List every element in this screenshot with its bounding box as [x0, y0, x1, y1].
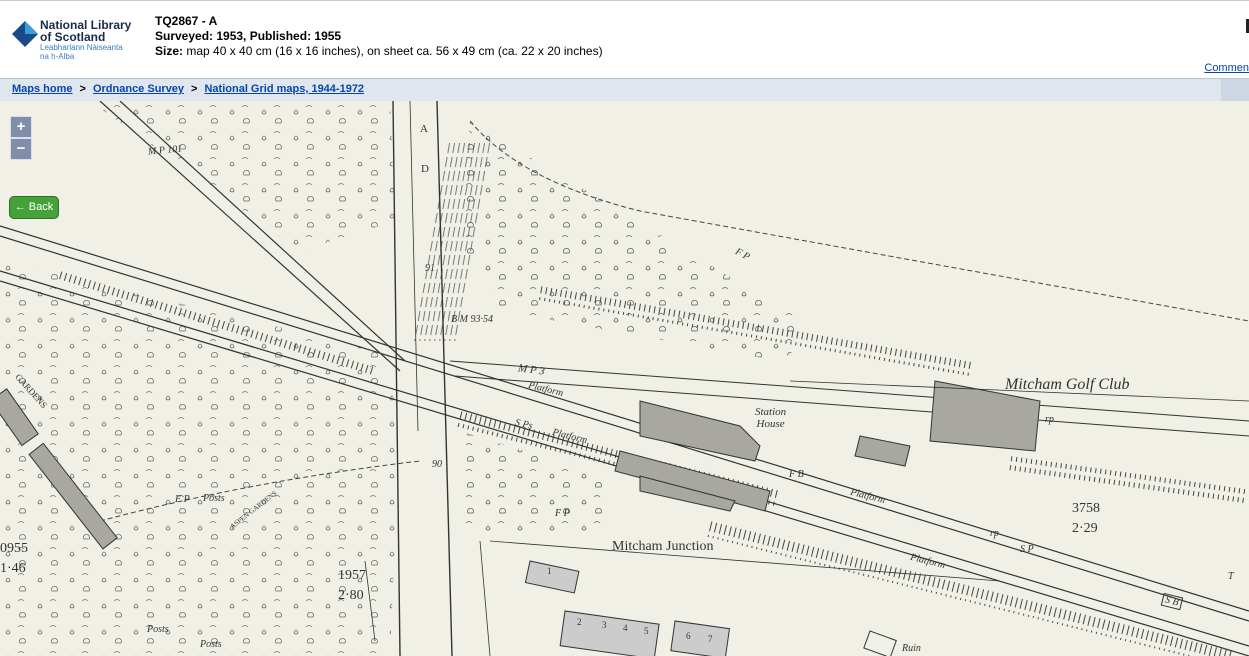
map-label-posts-2: Posts [147, 624, 169, 635]
sheet-info: TQ2867 - A Surveyed: 1953, Published: 19… [155, 14, 603, 59]
map-label-junction: Mitcham Junction [612, 539, 714, 554]
logo-gaelic: Leabharlann Nàiseanta na h-Alba [40, 43, 123, 61]
map-label-parcel-280: 2·80 [338, 588, 364, 603]
breadcrumb-national-grid[interactable]: National Grid maps, 1944-1972 [204, 83, 364, 95]
map-label-fb: F B [789, 469, 804, 480]
map-label-fp-1: F P [555, 508, 570, 519]
nls-logo-icon [12, 21, 38, 47]
map-label-house-num: 4 [623, 623, 628, 633]
map-label-90: 90 [432, 459, 442, 470]
map-label-house-num: 7 [708, 634, 713, 644]
map-label-house-num: 3 [602, 620, 607, 630]
zoom-in-button[interactable]: + [10, 116, 32, 138]
map-label-house-num: 6 [686, 631, 691, 641]
map-label-bm: B M 93·54 [451, 314, 493, 325]
nls-logo[interactable]: National Library of Scotland Leabharlann… [12, 13, 142, 69]
map-label-91: 91 [425, 263, 435, 274]
back-button[interactable]: ← Back [9, 196, 59, 219]
map-label-rp-2: rp [990, 528, 999, 539]
map-label-parcel-146: 1·46 [0, 561, 26, 576]
map-label-road-d: D [421, 163, 429, 175]
breadcrumb-separator: > [79, 83, 86, 95]
map-label-house-1: 1 [547, 566, 552, 576]
map-label-rp-1: rp [1045, 414, 1054, 425]
breadcrumb-maps-home[interactable]: Maps home [12, 83, 73, 95]
map-label-posts-3: Posts [200, 639, 222, 650]
page-header: National Library of Scotland Leabharlann… [0, 0, 1249, 79]
map-label-t: T [1228, 571, 1234, 582]
surveyed-published: Surveyed: 1953, Published: 1955 [155, 29, 342, 43]
map-label-road-a: A [420, 123, 428, 135]
breadcrumb: Maps home > Ordnance Survey > National Grid … [0, 78, 1249, 102]
zoom-out-button[interactable]: − [10, 138, 32, 160]
map-label-parcel-0955: 0955 [0, 541, 28, 556]
breadcrumb-separator: > [191, 83, 198, 95]
breadcrumb-right-panel [1221, 79, 1249, 101]
map-label-house-num: 2 [577, 617, 582, 627]
sheet-title: TQ2867 - A [155, 14, 218, 28]
map-label-fp-2: F P [175, 494, 190, 505]
size-label: Size: [155, 44, 184, 58]
map-label-parcel-229: 2·29 [1072, 521, 1098, 536]
map-label-sp: S P [1020, 544, 1034, 555]
map-label-ruin: Ruin [902, 643, 921, 654]
map-label-parcel-3758: 3758 [1072, 501, 1100, 516]
logo-title: National Library of Scotland [40, 18, 132, 44]
breadcrumb-ordnance-survey[interactable]: Ordnance Survey [93, 83, 184, 95]
map-viewer[interactable]: + − ← Back M P 101 A D 91 B M 93·54 90 M… [0, 101, 1249, 656]
map-label-house-num: 5 [644, 626, 649, 636]
map-label-station-house: Station House [755, 406, 787, 430]
map-label-golf-club: Mitcham Golf Club [1005, 376, 1130, 393]
size-value: map 40 x 40 cm (16 x 16 inches), on shee… [186, 44, 603, 58]
map-label-posts-1: Posts [203, 493, 225, 504]
comment-link[interactable]: Commen [1204, 62, 1249, 74]
map-label-parcel-1957: 1957 [338, 568, 366, 583]
